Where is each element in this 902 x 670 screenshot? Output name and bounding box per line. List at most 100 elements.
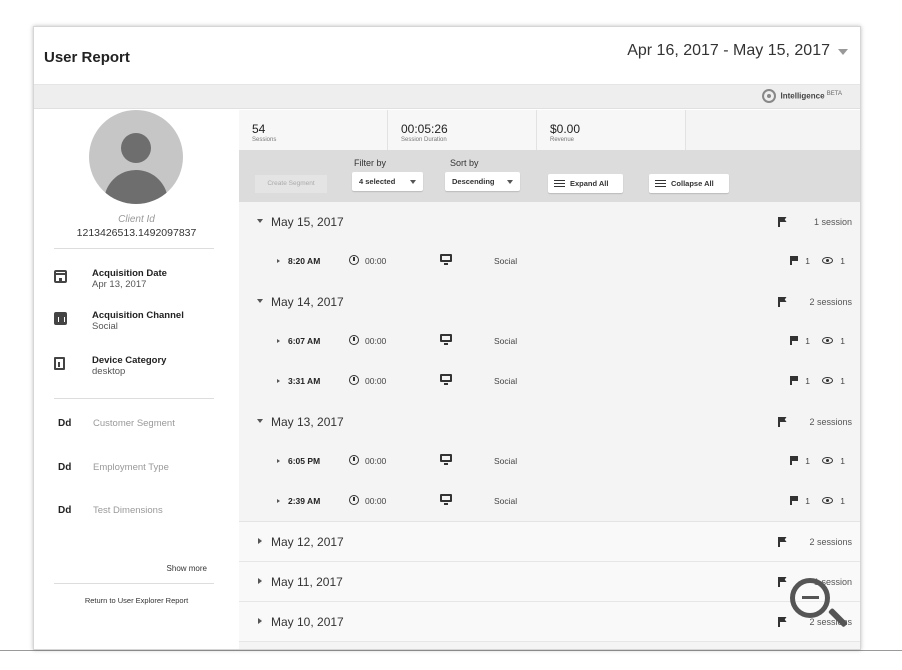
return-to-user-explorer-link[interactable]: Return to User Explorer Report <box>34 596 239 605</box>
divider <box>54 248 214 249</box>
flag-count: 1 <box>805 376 810 386</box>
chevron-down-icon[interactable] <box>838 49 848 55</box>
stat-value: 54 <box>252 122 266 136</box>
session-time: 3:31 AM <box>288 376 321 386</box>
session-row[interactable]: 2:39 AM 00:00 Social 1 1 <box>239 482 860 522</box>
flag-icon <box>778 217 787 227</box>
activity-panel: 54 Sessions 00:05:26 Session Duration $0… <box>239 110 860 649</box>
calendar-icon <box>54 270 67 283</box>
report-header: User Report Apr 16, 2017 - May 15, 2017 <box>34 27 860 85</box>
dimension-badge: Dd <box>58 505 72 516</box>
session-duration: 00:00 <box>365 256 387 266</box>
session-duration: 00:00 <box>365 456 387 466</box>
stat-value: $0.00 <box>550 122 581 136</box>
caret-right-icon <box>258 618 262 624</box>
date-row[interactable]: May 10, 2017 2 sessions <box>239 602 860 642</box>
create-segment-button[interactable]: Create Segment <box>255 175 327 193</box>
user-report-panel: User Report Apr 16, 2017 - May 15, 2017 … <box>33 26 861 650</box>
avatar <box>89 110 183 204</box>
stat-label: Session Duration <box>401 137 447 143</box>
caret-down-icon <box>257 419 263 423</box>
info-value: desktop <box>92 366 126 377</box>
divider <box>54 398 214 399</box>
flag-icon <box>790 256 798 265</box>
date-label: May 11, 2017 <box>271 575 343 589</box>
session-time: 8:20 AM <box>288 256 321 266</box>
session-row[interactable]: 6:05 PM 00:00 Social 1 1 <box>239 442 860 482</box>
sort-value: Descending <box>452 177 495 186</box>
session-count: 1 session <box>813 577 852 587</box>
activity-toolbar: Create Segment Filter by 4 selected Sort… <box>239 150 860 202</box>
collapse-list-icon <box>655 180 666 187</box>
intelligence-icon <box>761 89 776 103</box>
page-title: User Report <box>44 49 130 66</box>
view-count: 1 <box>840 456 845 466</box>
date-row[interactable]: May 11, 2017 1 session <box>239 562 860 602</box>
timer-icon <box>349 335 359 345</box>
chevron-down-icon <box>507 180 513 184</box>
session-channel: Social <box>494 376 518 386</box>
eye-icon <box>822 377 833 384</box>
eye-icon <box>822 497 833 504</box>
date-label: May 10, 2017 <box>271 615 344 629</box>
collapse-all-label: Collapse All <box>671 179 714 188</box>
collapse-all-button[interactable]: Collapse All <box>649 174 729 193</box>
avatar-head <box>121 133 151 163</box>
session-channel: Social <box>494 456 518 466</box>
session-count: 2 sessions <box>809 417 852 427</box>
date-row[interactable]: May 14, 2017 2 sessions <box>239 282 860 322</box>
user-profile-panel: Client Id 1213426513.1492097837 Acquisit… <box>34 110 239 649</box>
sort-select[interactable]: Descending <box>445 172 520 191</box>
session-row[interactable]: 8:20 AM 00:00 Social 1 1 <box>239 242 860 282</box>
view-count: 1 <box>840 496 845 506</box>
flag-icon <box>778 577 787 587</box>
date-row[interactable]: May 15, 2017 1 session <box>239 202 860 242</box>
filter-value: 4 selected <box>359 177 396 186</box>
caret-right-icon <box>258 538 262 544</box>
expand-list-icon <box>554 180 565 187</box>
flag-icon <box>790 376 798 385</box>
dimension-label: Customer Segment <box>93 418 175 429</box>
stat-session-duration: 00:05:26 Session Duration <box>388 110 537 150</box>
flag-count: 1 <box>805 256 810 266</box>
session-row[interactable]: 6:07 AM 00:00 Social 1 1 <box>239 322 860 362</box>
caret-down-icon <box>257 299 263 303</box>
session-time: 6:07 AM <box>288 336 321 346</box>
info-title: Acquisition Date <box>92 268 167 279</box>
filter-select[interactable]: 4 selected <box>352 172 423 191</box>
flag-icon <box>790 496 798 505</box>
caret-right-icon <box>277 459 280 463</box>
flag-count: 1 <box>805 496 810 506</box>
caret-right-icon <box>277 379 280 383</box>
dimension-badge: Dd <box>58 462 72 473</box>
date-row[interactable]: May 12, 2017 2 sessions <box>239 522 860 562</box>
stat-sessions: 54 Sessions <box>239 110 388 150</box>
session-channel: Social <box>494 336 518 346</box>
show-more-link[interactable]: Show more <box>167 564 207 573</box>
device-icon <box>54 357 65 370</box>
stat-label: Sessions <box>252 137 277 143</box>
flag-icon <box>790 336 798 345</box>
session-row[interactable]: 3:31 AM 00:00 Social 1 1 <box>239 362 860 402</box>
flag-icon <box>778 617 787 627</box>
caret-right-icon <box>277 339 280 343</box>
view-count: 1 <box>840 336 845 346</box>
info-title: Acquisition Channel <box>92 310 184 321</box>
session-duration: 00:00 <box>365 496 387 506</box>
date-range-selector[interactable]: Apr 16, 2017 - May 15, 2017 <box>627 42 830 60</box>
date-row[interactable]: May 13, 2017 2 sessions <box>239 402 860 442</box>
dimension-label: Test Dimensions <box>93 505 163 516</box>
desktop-icon <box>440 454 452 465</box>
view-count: 1 <box>840 256 845 266</box>
eye-icon <box>822 457 833 464</box>
dimension-label: Employment Type <box>93 462 169 473</box>
flag-icon <box>778 297 787 307</box>
bar-chart-icon <box>54 312 67 325</box>
sort-label: Sort by <box>450 158 479 168</box>
date-label: May 13, 2017 <box>271 415 344 429</box>
intelligence-button[interactable]: Intelligence BETA <box>761 89 842 103</box>
expand-all-button[interactable]: Expand All <box>548 174 623 193</box>
caret-right-icon <box>277 499 280 503</box>
timer-icon <box>349 255 359 265</box>
divider <box>54 583 214 584</box>
